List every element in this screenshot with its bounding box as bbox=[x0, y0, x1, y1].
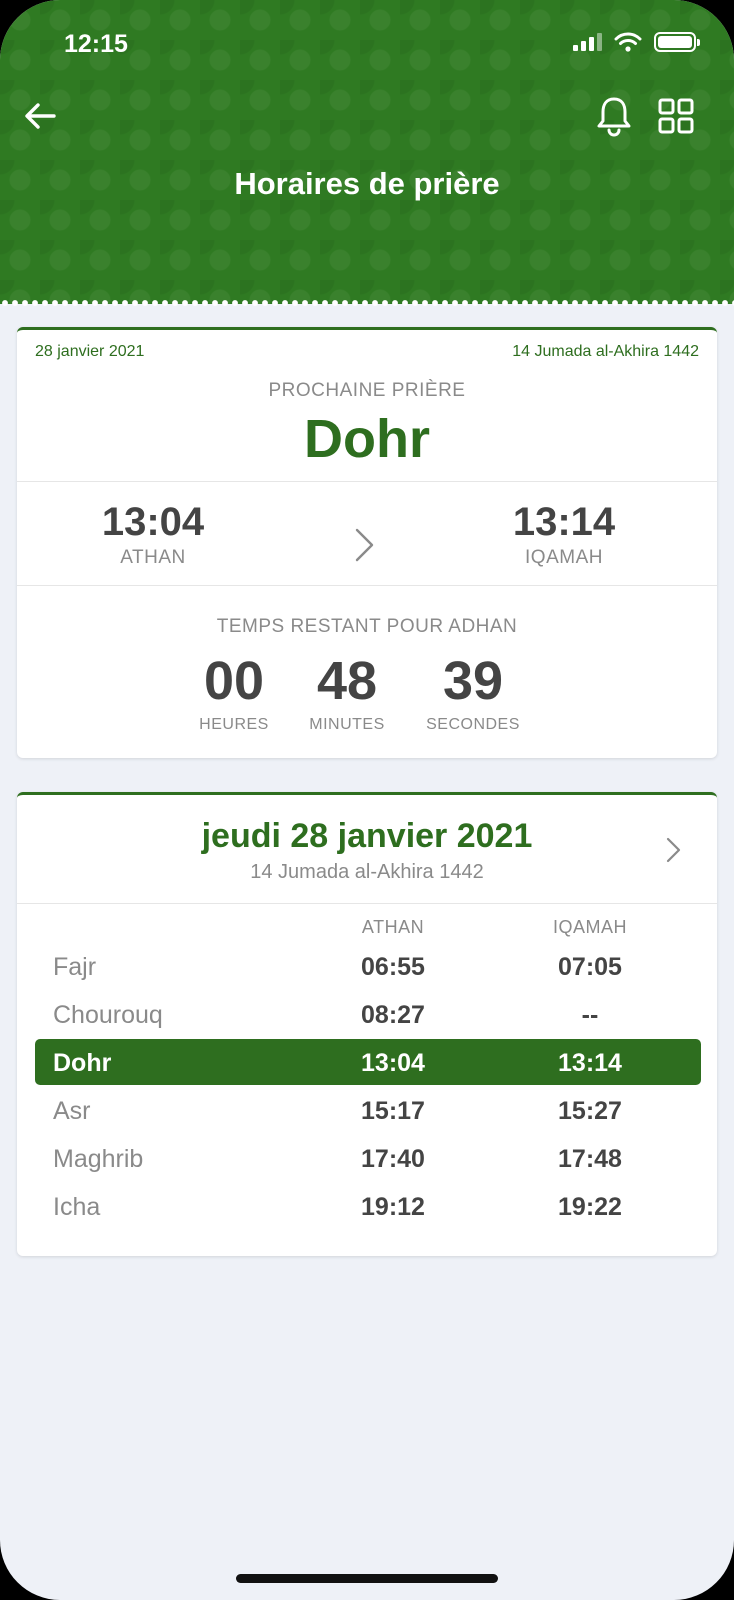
seconds-label: SECONDES bbox=[426, 716, 520, 733]
countdown-hours: 00 HEURES bbox=[179, 650, 289, 734]
wifi-icon bbox=[614, 32, 642, 52]
prayer-name: Fajr bbox=[53, 953, 97, 981]
next-prayer-name: Dohr bbox=[304, 409, 430, 469]
iqamah-time: 19:22 bbox=[558, 1193, 622, 1221]
prayer-name: Chourouq bbox=[53, 1001, 163, 1029]
next-prayer-label: PROCHAINE PRIÈRE bbox=[268, 380, 466, 401]
page-title: Horaires de prière bbox=[234, 166, 500, 201]
header-scallop-border bbox=[0, 298, 734, 308]
prayer-name: Maghrib bbox=[53, 1145, 144, 1173]
prayer-row-fajr[interactable]: Fajr 06:55 07:05 bbox=[35, 943, 701, 989]
hours-label: HEURES bbox=[199, 716, 269, 733]
iqamah-time: 13:14 bbox=[512, 500, 616, 544]
hours-value: 00 bbox=[203, 651, 265, 711]
date-row: 28 janvier 2021 14 Jumada al-Akhira 1442 bbox=[35, 343, 699, 361]
day-hijri-date: 14 Jumada al-Akhira 1442 bbox=[250, 861, 484, 883]
back-arrow-icon[interactable] bbox=[20, 96, 60, 136]
next-day-chevron-icon[interactable] bbox=[665, 835, 683, 865]
iqamah-time: 17:48 bbox=[558, 1145, 622, 1173]
home-indicator[interactable] bbox=[236, 1574, 498, 1583]
status-time: 12:15 bbox=[64, 30, 128, 58]
column-header-iqamah: IQAMAH bbox=[552, 917, 627, 937]
column-header-athan: ATHAN bbox=[361, 917, 425, 937]
prayer-name: Dohr bbox=[53, 1049, 112, 1077]
prayer-name: Asr bbox=[53, 1097, 91, 1125]
athan-time: 06:55 bbox=[361, 953, 425, 981]
athan-time: 17:40 bbox=[361, 1145, 425, 1173]
prayer-row-maghrib[interactable]: Maghrib 17:40 17:48 bbox=[35, 1135, 701, 1181]
iqamah-time: -- bbox=[581, 1001, 599, 1029]
prayer-row-dohr[interactable]: Dohr 13:04 13:14 bbox=[35, 1039, 701, 1085]
prayer-row-chourouq[interactable]: Chourouq 08:27 -- bbox=[35, 991, 701, 1037]
prayer-row-asr[interactable]: Asr 15:17 15:27 bbox=[35, 1087, 701, 1133]
divider bbox=[17, 481, 717, 482]
hijri-date: 14 Jumada al-Akhira 1442 bbox=[512, 343, 699, 360]
gregorian-date: 28 janvier 2021 bbox=[35, 343, 145, 360]
remaining-label: TEMPS RESTANT POUR ADHAN bbox=[216, 616, 518, 637]
athan-label: ATHAN bbox=[120, 547, 186, 568]
status-icons bbox=[573, 32, 700, 52]
grid-icon[interactable] bbox=[656, 96, 696, 136]
chevron-right-icon bbox=[355, 528, 374, 562]
iqamah-label: IQAMAH bbox=[525, 547, 603, 568]
next-prayer-card: 28 janvier 2021 14 Jumada al-Akhira 1442… bbox=[17, 327, 717, 758]
iqamah-time: 15:27 bbox=[558, 1097, 622, 1125]
signal-icon bbox=[573, 33, 602, 51]
schedule-card: jeudi 28 janvier 2021 14 Jumada al-Akhir… bbox=[17, 792, 717, 1256]
athan-time-block: 13:04 ATHAN bbox=[53, 500, 253, 569]
prayer-row-icha[interactable]: Icha 19:12 19:22 bbox=[35, 1183, 701, 1229]
countdown-seconds: 39 SECONDES bbox=[418, 650, 528, 734]
divider bbox=[17, 903, 717, 904]
seconds-value: 39 bbox=[442, 651, 504, 711]
bell-icon[interactable] bbox=[594, 94, 634, 138]
athan-time: 15:17 bbox=[361, 1097, 425, 1125]
day-title: jeudi 28 janvier 2021 bbox=[201, 817, 533, 855]
athan-time: 13:04 bbox=[101, 500, 205, 544]
athan-time: 19:12 bbox=[361, 1193, 425, 1221]
countdown-minutes: 48 MINUTES bbox=[292, 650, 402, 734]
iqamah-time-block: 13:14 IQAMAH bbox=[464, 500, 664, 569]
iqamah-time: 07:05 bbox=[558, 953, 622, 981]
battery-icon bbox=[654, 32, 700, 52]
athan-time: 13:04 bbox=[361, 1049, 425, 1077]
iqamah-time: 13:14 bbox=[558, 1049, 622, 1077]
phone-screen: 12:15 Horaires de prière 28 janvier 2021… bbox=[0, 0, 734, 1600]
divider bbox=[17, 585, 717, 586]
minutes-value: 48 bbox=[316, 651, 378, 711]
minutes-label: MINUTES bbox=[309, 716, 385, 733]
athan-time: 08:27 bbox=[361, 1001, 425, 1029]
prayer-name: Icha bbox=[53, 1193, 101, 1221]
